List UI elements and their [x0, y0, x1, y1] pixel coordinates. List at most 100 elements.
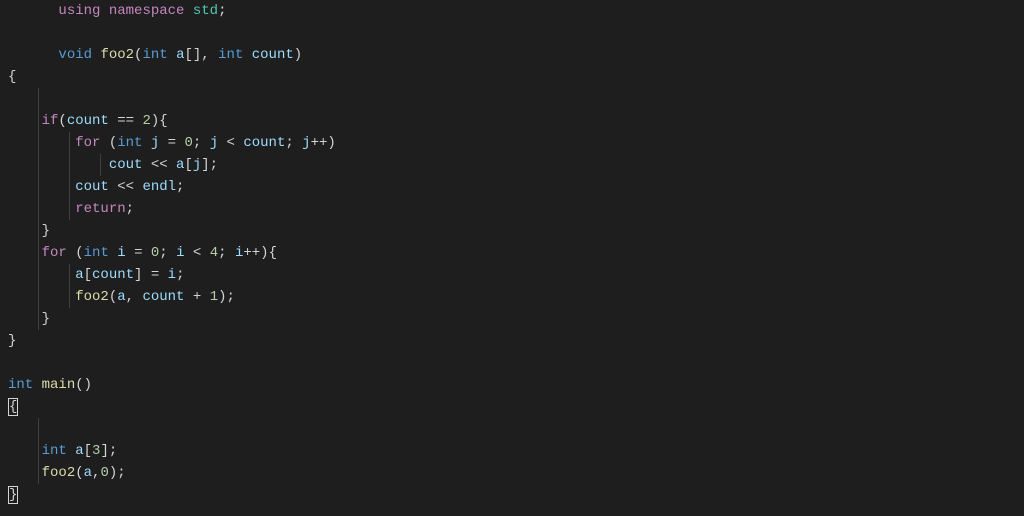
code-line-empty[interactable]: [8, 418, 1016, 440]
var-j: j: [193, 157, 201, 173]
paren: ): [109, 465, 117, 481]
semicolon: ;: [176, 179, 184, 195]
function-call: foo2: [42, 465, 76, 481]
paren: (: [67, 245, 84, 261]
var-count: count: [67, 113, 109, 129]
var-a: a: [75, 267, 83, 283]
op-assign: =: [142, 267, 167, 283]
var-i: i: [117, 245, 125, 261]
code-line[interactable]: for (int j = 0; j < count; j++): [8, 132, 1016, 154]
keyword-using: using: [58, 3, 100, 19]
code-line[interactable]: }: [8, 484, 1016, 506]
paren: ): [151, 113, 159, 129]
paren: ): [327, 135, 335, 151]
code-line[interactable]: if(count == 2){: [8, 110, 1016, 132]
keyword-if: if: [42, 113, 59, 129]
code-editor[interactable]: using namespace std; void foo2(int a[], …: [8, 0, 1016, 506]
keyword-int: int: [8, 377, 33, 393]
param-count: count: [252, 47, 294, 63]
code-line[interactable]: void foo2(int a[], int count): [8, 44, 1016, 66]
var-j: j: [210, 135, 218, 151]
code-line[interactable]: a[count] = i;: [8, 264, 1016, 286]
semicolon: ;: [159, 245, 176, 261]
paren: (: [100, 135, 117, 151]
semicolon: ;: [285, 135, 302, 151]
op-assign: =: [159, 135, 184, 151]
comma: ,: [126, 289, 143, 305]
paren: (: [58, 113, 66, 129]
semicolon: ;: [126, 201, 134, 217]
brace: {: [269, 245, 277, 261]
keyword-for: for: [42, 245, 67, 261]
semicolon: ;: [109, 443, 117, 459]
var-count: count: [92, 267, 134, 283]
keyword-return: return: [75, 201, 125, 217]
code-line[interactable]: }: [8, 330, 1016, 352]
code-line-empty[interactable]: [8, 352, 1016, 374]
brace: }: [42, 223, 50, 239]
code-line[interactable]: int main(): [8, 374, 1016, 396]
keyword-void: void: [58, 47, 92, 63]
code-line[interactable]: cout << a[j];: [8, 154, 1016, 176]
op-plus: +: [184, 289, 209, 305]
brace: {: [159, 113, 167, 129]
code-line[interactable]: cout << endl;: [8, 176, 1016, 198]
keyword-for: for: [75, 135, 100, 151]
number: 0: [185, 135, 193, 151]
number: 0: [100, 465, 108, 481]
paren: ): [294, 47, 302, 63]
paren: ): [260, 245, 268, 261]
keyword-namespace: namespace: [109, 3, 185, 19]
code-line[interactable]: using namespace std;: [8, 0, 1016, 22]
var-a: a: [75, 443, 83, 459]
function-call: foo2: [75, 289, 109, 305]
code-line[interactable]: for (int i = 0; i < 4; i++){: [8, 242, 1016, 264]
brace-matched-cursor: }: [8, 486, 18, 504]
code-line[interactable]: return;: [8, 198, 1016, 220]
code-line-empty[interactable]: [8, 88, 1016, 110]
var-cout: cout: [109, 157, 143, 173]
bracket: ]: [201, 157, 209, 173]
var-i: i: [168, 267, 176, 283]
brace: {: [8, 69, 16, 85]
brace: }: [42, 311, 50, 327]
var-cout: cout: [75, 179, 109, 195]
keyword-int: int: [218, 47, 243, 63]
semicolon: ;: [218, 245, 235, 261]
op-assign: =: [126, 245, 151, 261]
keyword-int: int: [142, 47, 167, 63]
op-stream: <<: [109, 179, 143, 195]
paren: ): [218, 289, 226, 305]
op-inc: ++: [311, 135, 328, 151]
var-i: i: [176, 245, 184, 261]
paren: (: [109, 289, 117, 305]
keyword-int: int: [42, 443, 67, 459]
semicolon: ;: [227, 289, 235, 305]
bracket: ]: [100, 443, 108, 459]
code-line[interactable]: }: [8, 220, 1016, 242]
keyword-int: int: [84, 245, 109, 261]
code-line[interactable]: foo2(a, count + 1);: [8, 286, 1016, 308]
var-endl: endl: [142, 179, 176, 195]
var-count: count: [142, 289, 184, 305]
op-lt: <: [185, 245, 210, 261]
var-j: j: [302, 135, 310, 151]
bracket: [: [84, 267, 92, 283]
number: 2: [142, 113, 150, 129]
function-main: main: [42, 377, 76, 393]
semicolon: ;: [176, 267, 184, 283]
semicolon: ;: [218, 3, 226, 19]
function-name: foo2: [100, 47, 134, 63]
code-line[interactable]: foo2(a,0);: [8, 462, 1016, 484]
bracket: [: [184, 157, 192, 173]
semicolon: ;: [210, 157, 218, 173]
comma: ,: [201, 47, 218, 63]
brackets: []: [184, 47, 201, 63]
paren: (: [75, 465, 83, 481]
semicolon: ;: [117, 465, 125, 481]
var-count: count: [243, 135, 285, 151]
namespace-std: std: [193, 3, 218, 19]
code-line[interactable]: int a[3];: [8, 440, 1016, 462]
code-line[interactable]: }: [8, 308, 1016, 330]
code-line[interactable]: {: [8, 396, 1016, 418]
